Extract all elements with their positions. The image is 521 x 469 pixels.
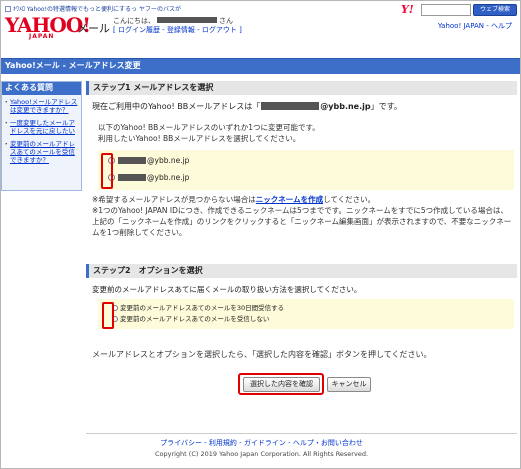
instruction-line-1: 以下のYahoo! BBメールアドレスのいずれか1つに変更可能です。	[98, 123, 320, 132]
step2-description: 変更前のメールアドレスあてに届くメールの取り扱い方法を選択してください。	[92, 285, 362, 294]
greeting-prefix: こんにちは、	[113, 17, 155, 25]
header-right-links[interactable]: Yahoo! JAPAN - ヘルプ	[438, 21, 512, 31]
yahoo-logo-sub: JAPAN	[29, 33, 55, 40]
faq-item-change-address[interactable]: Yahoo!メールアドレスは変更できますか？	[2, 95, 81, 116]
redacted-username	[157, 17, 217, 23]
faq-item-revert-address[interactable]: 一度変更したメールアドレスを元に戻したい	[2, 116, 81, 137]
confirm-description: メールアドレスとオプションを選択したら、「選択した内容を確認」ボタンを押してくだ…	[92, 350, 432, 359]
redacted-address-2	[118, 174, 146, 181]
instruction-line-2: 利用したいYahoo! BBメールアドレスを選択してください。	[98, 134, 301, 143]
option-highlight-box	[102, 302, 114, 329]
faq-item-receive-old-mail[interactable]: 変更前のメールアドレスあてのメールを受信できますか？	[2, 137, 81, 166]
confirm-selection-button[interactable]: 選択した内容を確認	[243, 377, 320, 392]
step1-instructions: 以下のYahoo! BBメールアドレスのいずれか1つに変更可能です。 利用したい…	[98, 122, 320, 144]
address-choices: @ybb.ne.jp @ybb.ne.jp	[98, 150, 514, 190]
note-2: ※1つのYahoo! JAPAN IDにつき、作成できるニックネームは5つまでで…	[92, 206, 512, 237]
web-search-button[interactable]: ウェブ検索	[473, 4, 517, 16]
top-promo-link-label[interactable]: ｷﾜﾒﾛ Yahoo!の特選情報でもっと便利にするっ ヤフーのバスが	[13, 6, 181, 13]
note-1-suffix: してください。	[323, 195, 376, 204]
option-choices: 変更前のメールアドレスあてのメールを30日間受信する 変更前のメールアドレスあて…	[98, 299, 514, 329]
user-greeting: こんにちは、 さん [ ログイン履歴 - 登録情報 - ログアウト ]	[113, 17, 242, 35]
option-label-1: 変更前のメールアドレスあてのメールを30日間受信する	[120, 304, 285, 312]
redacted-current-address	[261, 102, 320, 110]
step2-heading: ステップ2 オプションを選択	[86, 264, 517, 278]
current-address-suffix: 」です。	[370, 102, 402, 111]
address-choice-1[interactable]: @ybb.ne.jp	[108, 156, 189, 166]
footer-links[interactable]: プライバシー - 利用規約 - ガイドライン - ヘルプ・お問い合わせ	[1, 438, 520, 448]
page: ｷﾜﾒﾛ Yahoo!の特選情報でもっと便利にするっ ヤフーのバスが Y! ウェ…	[0, 0, 521, 469]
faq-title: よくある質問	[2, 82, 81, 95]
note-1: ※希望するメールアドレスが見つからない場合はニックネームを作成してください。	[92, 194, 514, 205]
option-label-2: 変更前のメールアドレスあてのメールを受信しない	[120, 315, 270, 323]
current-address-domain: @ybb.ne.jp	[320, 102, 371, 111]
service-name: メール	[77, 22, 110, 35]
address-domain-1: @ybb.ne.jp	[147, 156, 190, 165]
top-promo-link[interactable]: ｷﾜﾒﾛ Yahoo!の特選情報でもっと便利にするっ ヤフーのバスが	[5, 4, 181, 13]
create-nickname-link[interactable]: ニックネームを作成	[256, 195, 323, 204]
redacted-address-1	[118, 157, 146, 164]
copyright: Copyright (C) 2019 Yahoo Japan Corporati…	[154, 450, 369, 458]
address-choice-2[interactable]: @ybb.ne.jp	[108, 173, 189, 183]
faq-sidebar: よくある質問 Yahoo!メールアドレスは変更できますか？ 一度変更したメールア…	[1, 81, 82, 191]
home-icon	[5, 6, 11, 12]
current-address-line: 現在ご利用中のYahoo! BBメールアドレスは「 @ybb.ne.jp」です。	[92, 101, 402, 112]
account-links[interactable]: [ ログイン履歴 - 登録情報 - ログアウト ]	[113, 26, 242, 34]
page-title: Yahoo!メール - メールアドレス変更	[1, 58, 520, 74]
radio-highlight-box	[101, 153, 113, 189]
option-receive-30-days[interactable]: 変更前のメールアドレスあてのメールを30日間受信する	[112, 304, 284, 313]
step1-notes: ※希望するメールアドレスが見つからない場合はニックネームを作成してください。 ※…	[92, 194, 514, 238]
search-input[interactable]	[421, 4, 471, 16]
current-address-prefix: 現在ご利用中のYahoo! BBメールアドレスは「	[92, 102, 261, 111]
yahoo-search-logo-icon: Y!	[401, 3, 414, 16]
greeting-suffix: さん	[219, 17, 233, 25]
address-domain-2: @ybb.ne.jp	[147, 173, 190, 182]
cancel-button[interactable]: キャンセル	[327, 377, 371, 392]
footer-divider	[86, 433, 517, 434]
step1-heading: ステップ1 メールアドレスを選択	[86, 81, 517, 95]
option-do-not-receive[interactable]: 変更前のメールアドレスあてのメールを受信しない	[112, 315, 269, 324]
note-1-prefix: ※希望するメールアドレスが見つからない場合は	[92, 195, 256, 204]
